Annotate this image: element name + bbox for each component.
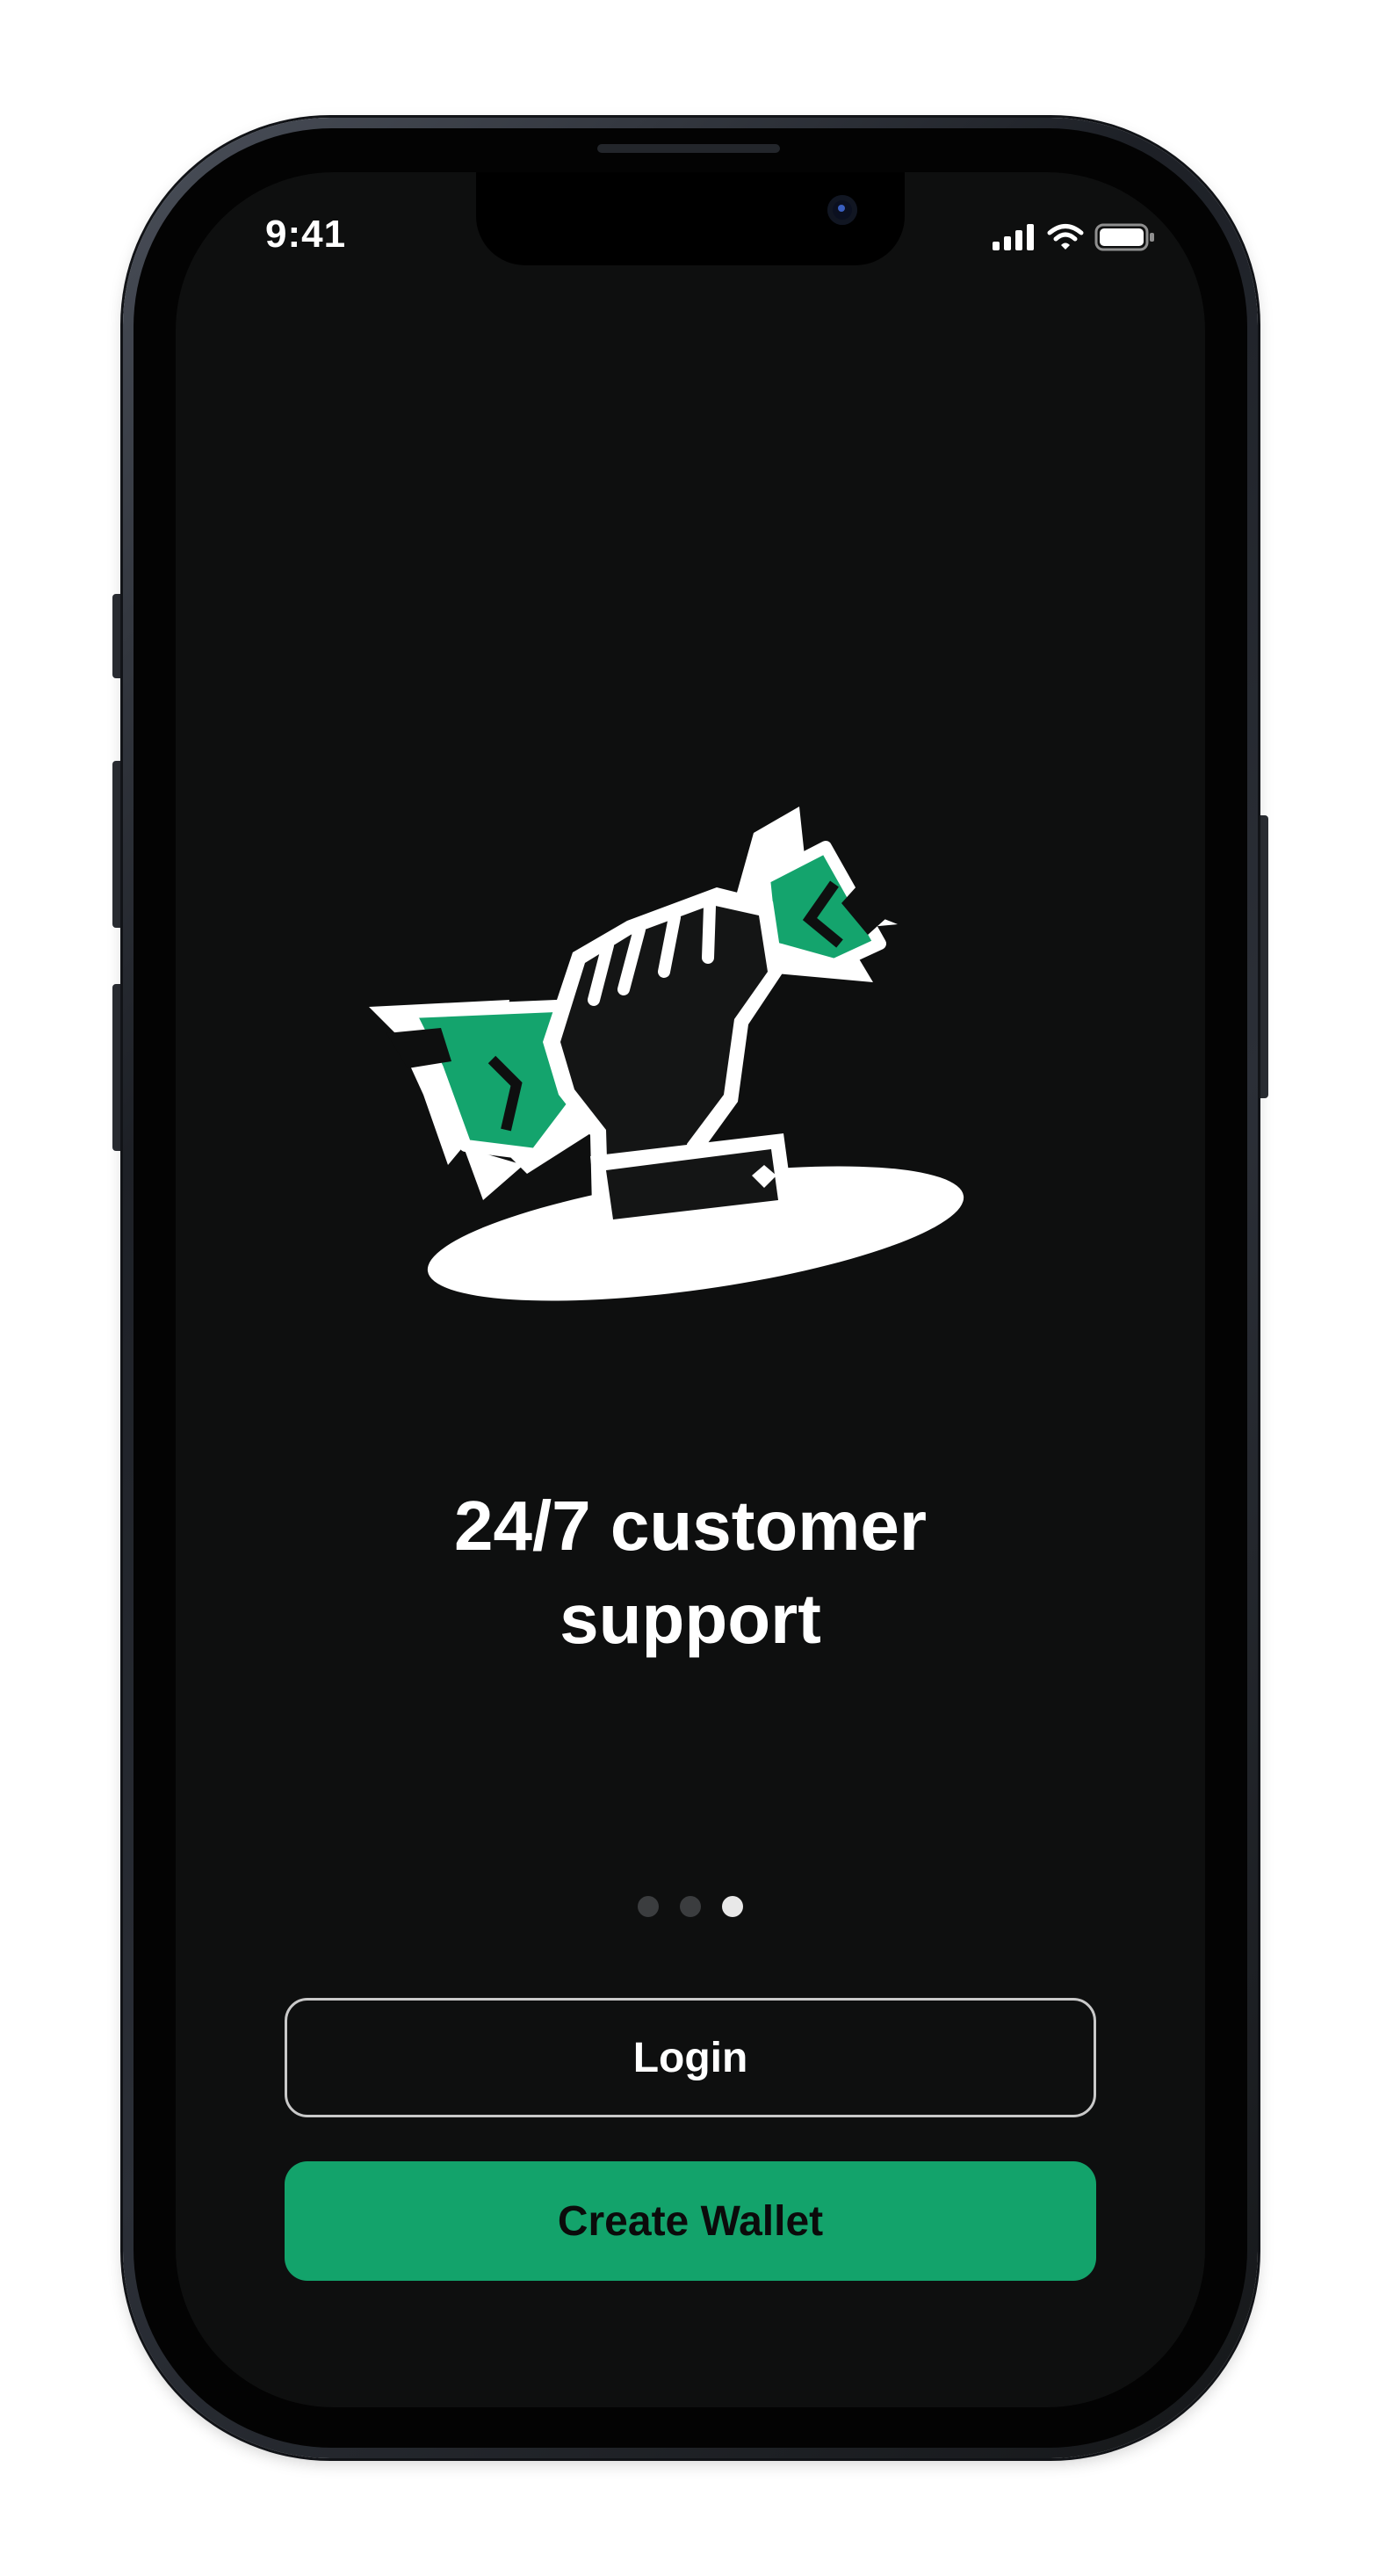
hand-holding-cash-illustration: [369, 807, 964, 1301]
title-line-1: 24/7 customer: [453, 1487, 928, 1565]
signal-icon: [993, 224, 1034, 250]
wifi-icon: [1047, 224, 1084, 250]
earpiece-speaker: [597, 144, 780, 153]
notch: [476, 172, 905, 265]
login-button[interactable]: Login: [285, 1998, 1096, 2117]
page-dot-3-active[interactable]: [722, 1896, 743, 1917]
front-camera: [827, 195, 857, 225]
status-time: 9:41: [265, 213, 347, 256]
create-wallet-button[interactable]: Create Wallet: [285, 2161, 1096, 2281]
title-line-2: support: [560, 1580, 821, 1658]
page-indicator[interactable]: [176, 1896, 1205, 1917]
page-dot-2[interactable]: [680, 1896, 701, 1917]
page-dot-1[interactable]: [638, 1896, 659, 1917]
status-icons: [993, 220, 1156, 255]
onboarding-title: 24/7 customer support: [176, 1480, 1205, 1666]
device-mockup: 9:41 24/7 customer support Login Create …: [0, 0, 1379, 2576]
onboarding-screen: 9:41 24/7 customer support Login Create …: [176, 172, 1205, 2407]
battery-icon: [1094, 223, 1154, 251]
